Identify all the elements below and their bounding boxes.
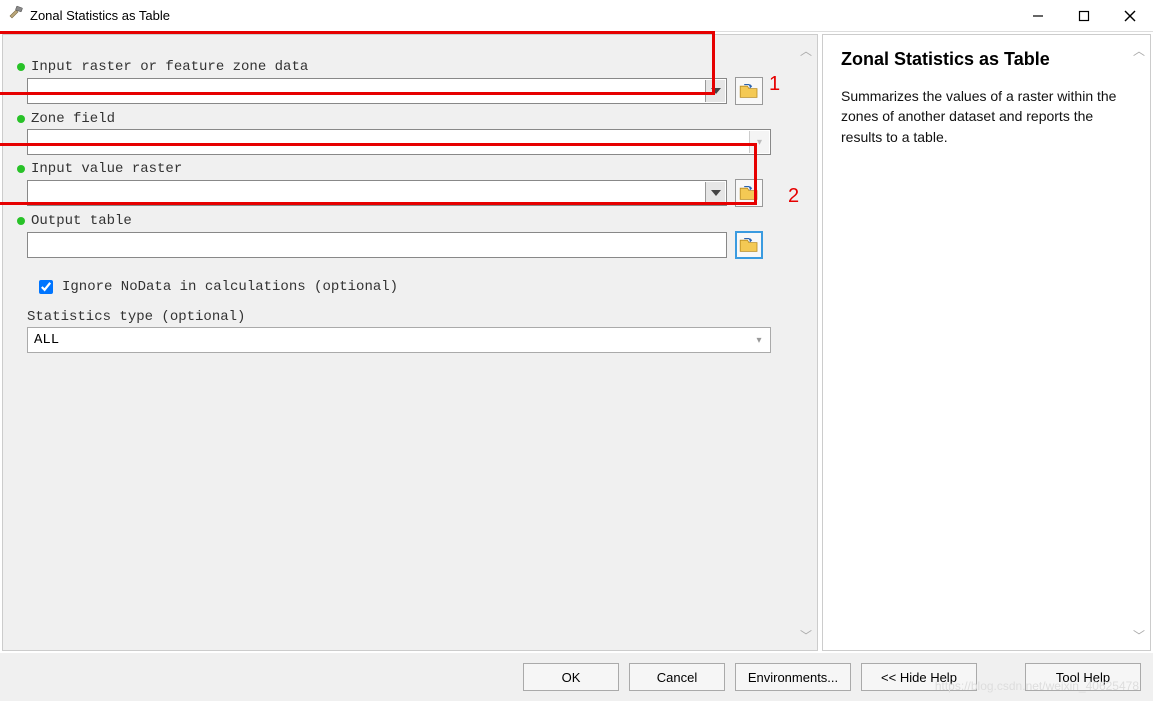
ignore-nodata-checkbox-row[interactable]: Ignore NoData in calculations (optional) <box>35 277 799 297</box>
zone-field-input[interactable] <box>27 129 771 155</box>
environments-button[interactable]: Environments... <box>735 663 851 691</box>
help-panel: ︿ ﹀ Zonal Statistics as Table Summarizes… <box>822 34 1151 651</box>
title-bar: Zonal Statistics as Table <box>0 0 1153 32</box>
watermark-text: https://blog.csdn.net/weixin_40625478 <box>935 679 1139 693</box>
required-bullet-icon <box>17 217 25 225</box>
cancel-button[interactable]: Cancel <box>629 663 725 691</box>
dropdown-icon[interactable] <box>705 182 725 204</box>
dropdown-icon[interactable] <box>705 80 725 102</box>
annotation-label-2: 2 <box>788 185 799 208</box>
tool-hammer-icon <box>8 5 24 26</box>
form-panel: ︿ ﹀ Input raster or feature zone data <box>2 34 818 651</box>
window-title: Zonal Statistics as Table <box>30 8 170 23</box>
ok-button[interactable]: OK <box>523 663 619 691</box>
help-title: Zonal Statistics as Table <box>841 49 1134 70</box>
ignore-nodata-checkbox[interactable] <box>39 280 53 294</box>
scroll-up-icon[interactable]: ︿ <box>1130 41 1148 59</box>
close-button[interactable] <box>1107 0 1153 32</box>
stat-type-select[interactable] <box>27 327 771 353</box>
value-raster-label: Input value raster <box>27 161 799 177</box>
value-raster-input[interactable] <box>27 180 727 206</box>
dropdown-icon[interactable]: ▾ <box>749 131 769 153</box>
dropdown-icon[interactable]: ▾ <box>749 329 769 351</box>
ignore-nodata-label: Ignore NoData in calculations (optional) <box>62 279 398 295</box>
help-body: Summarizes the values of a raster within… <box>841 86 1134 147</box>
required-bullet-icon <box>17 165 25 173</box>
output-table-label: Output table <box>27 213 799 229</box>
zone-data-label: Input raster or feature zone data <box>27 59 799 75</box>
zone-data-input[interactable] <box>27 78 727 104</box>
maximize-button[interactable] <box>1061 0 1107 32</box>
zone-field-label: Zone field <box>27 111 799 127</box>
browse-zone-data-button[interactable] <box>735 77 763 105</box>
stat-type-label: Statistics type (optional) <box>27 309 799 325</box>
required-bullet-icon <box>17 115 25 123</box>
browse-value-raster-button[interactable] <box>735 179 763 207</box>
required-bullet-icon <box>17 63 25 71</box>
scroll-down-icon[interactable]: ﹀ <box>1130 626 1148 644</box>
button-bar: OK Cancel Environments... << Hide Help T… <box>0 653 1153 701</box>
output-table-input[interactable] <box>27 232 727 258</box>
browse-output-table-button[interactable] <box>735 231 763 259</box>
annotation-label-1: 1 <box>769 73 780 96</box>
minimize-button[interactable] <box>1015 0 1061 32</box>
